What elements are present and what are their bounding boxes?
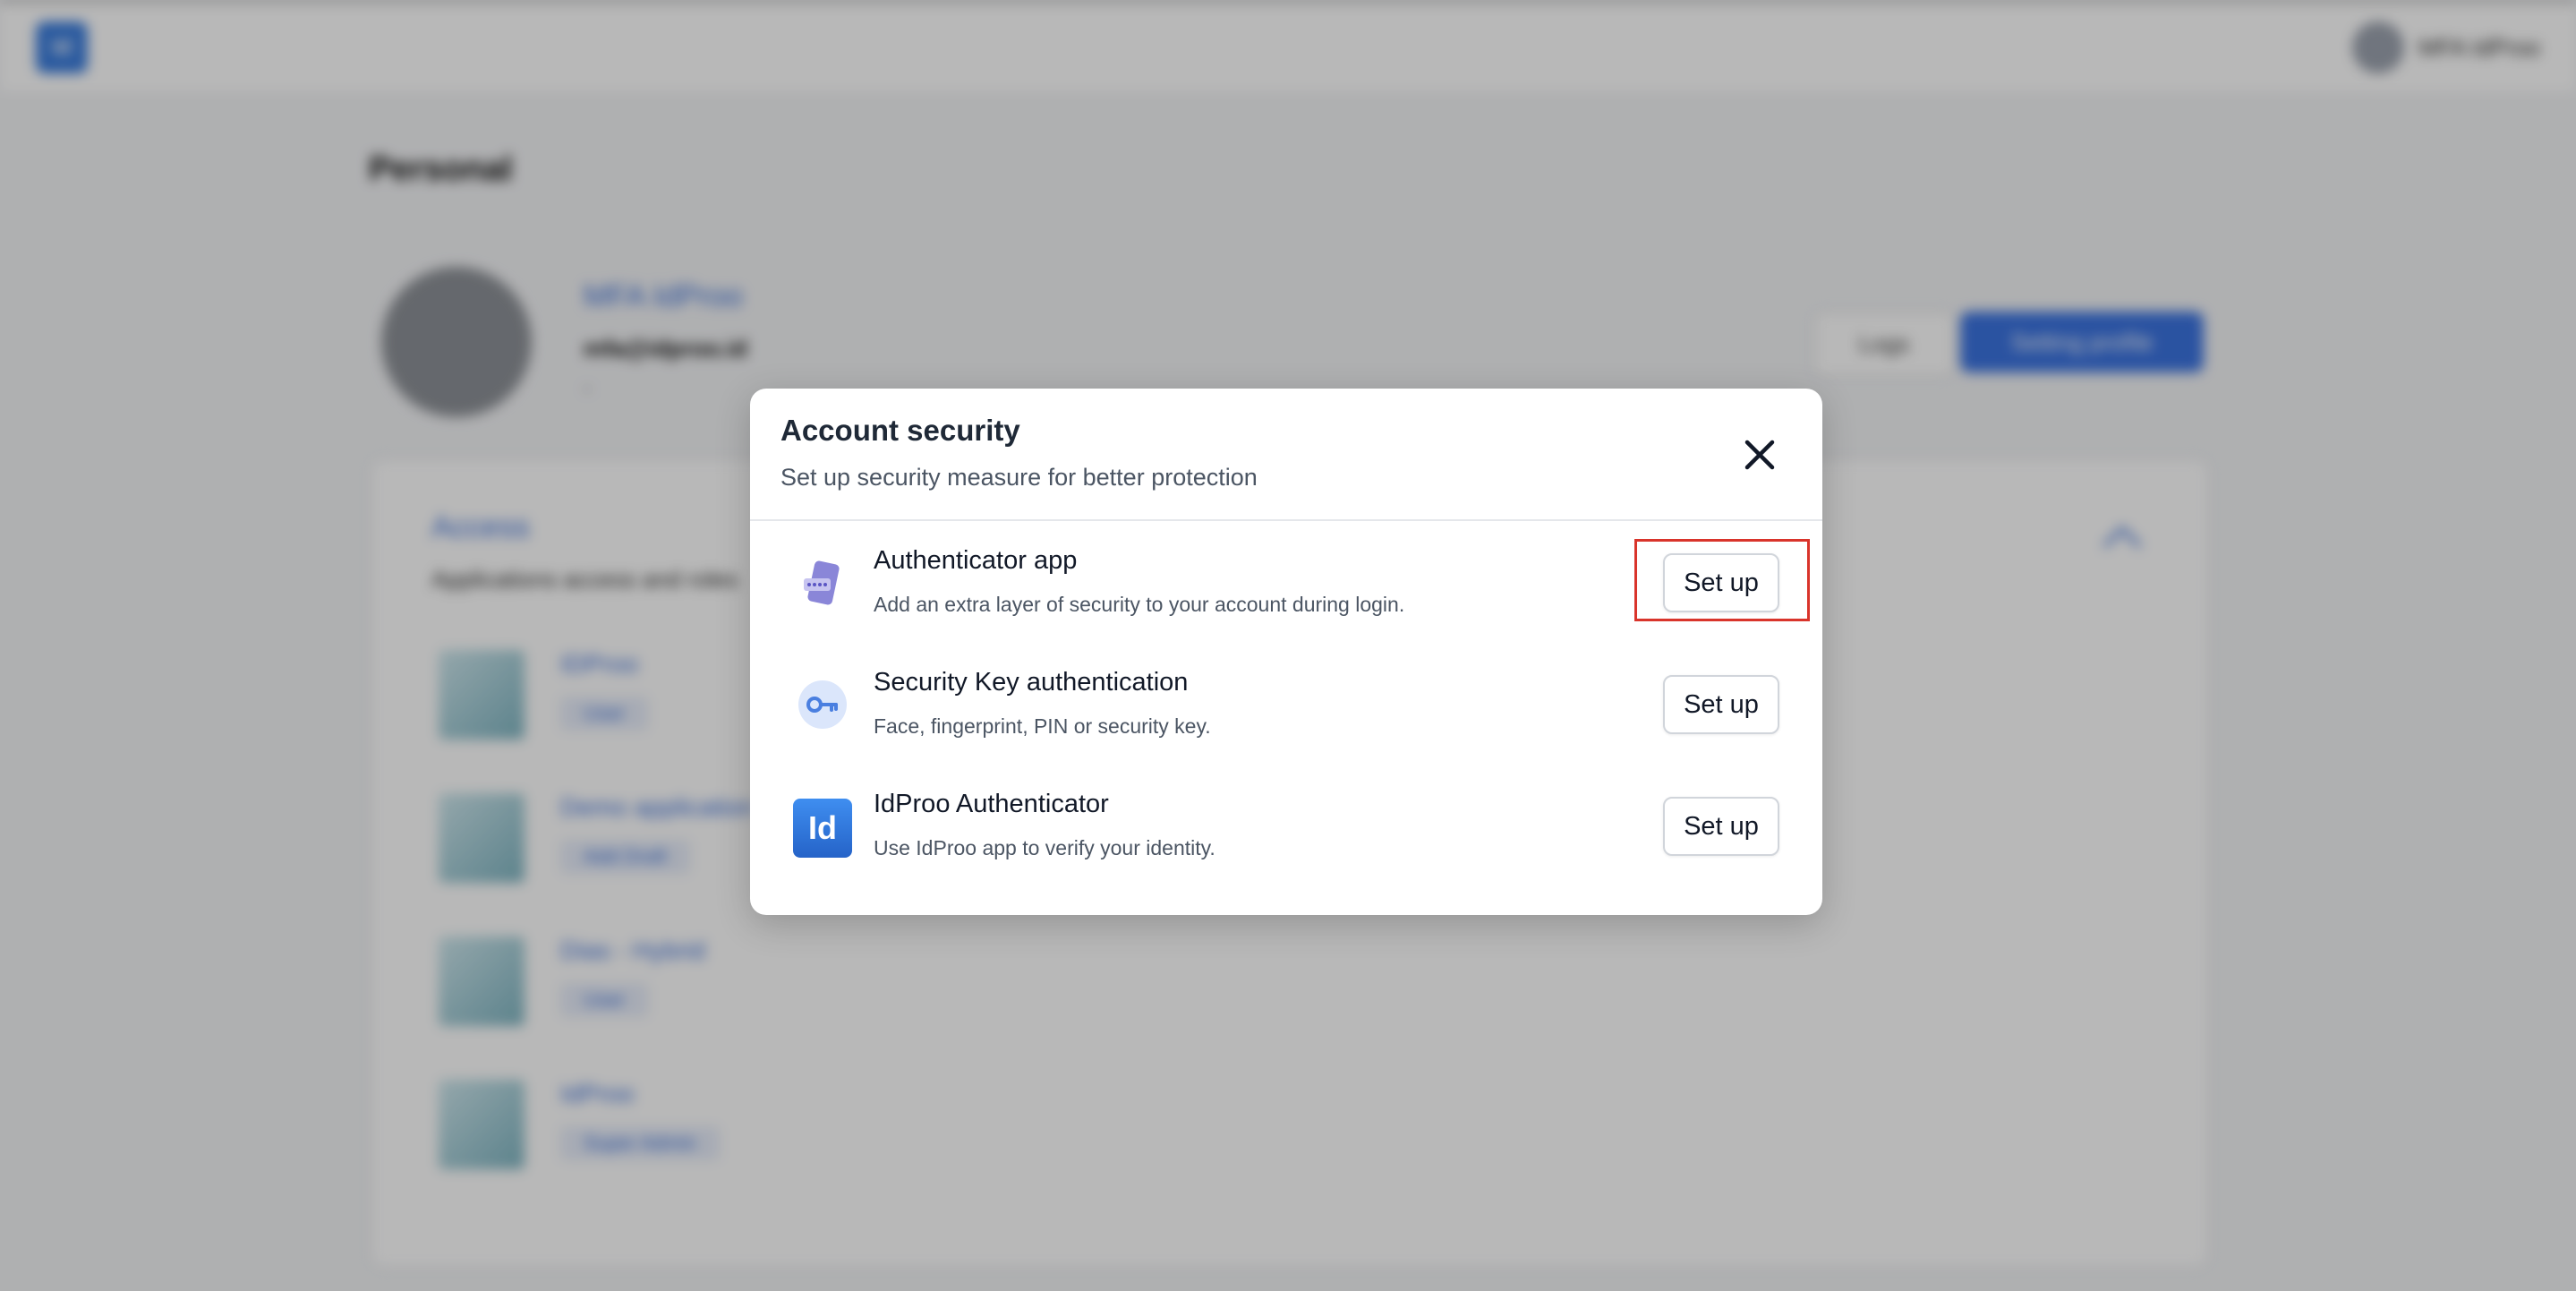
divider [750, 519, 1822, 521]
option-title: IdProo Authenticator [874, 790, 1109, 818]
authenticator-phone-icon [793, 555, 852, 614]
option-description: Use IdProo app to verify your identity. [874, 836, 1215, 859]
security-key-setup-button[interactable]: Set up [1663, 675, 1779, 734]
option-title: Security Key authentication [874, 668, 1189, 697]
option-title: Authenticator app [874, 546, 1078, 575]
account-security-modal: Account security Set up security measure… [750, 389, 1822, 915]
idproo-authenticator-setup-button[interactable]: Set up [1663, 797, 1779, 856]
option-security-key: Security Key authentication Face, finger… [750, 661, 1822, 768]
modal-subtitle: Set up security measure for better prote… [780, 464, 1258, 491]
close-icon[interactable] [1740, 435, 1779, 475]
security-key-icon [793, 677, 852, 736]
modal-title: Account security [780, 414, 1020, 447]
option-description: Add an extra layer of security to your a… [874, 593, 1405, 616]
option-description: Face, fingerprint, PIN or security key. [874, 714, 1211, 738]
idproo-logo-icon: Id [793, 799, 852, 858]
highlight-box [1634, 539, 1810, 621]
option-idproo-authenticator: Id IdProo Authenticator Use IdProo app t… [750, 782, 1822, 890]
page: Id MFA IdProo Personal MFA IdProo mfa@id… [0, 0, 2576, 1291]
